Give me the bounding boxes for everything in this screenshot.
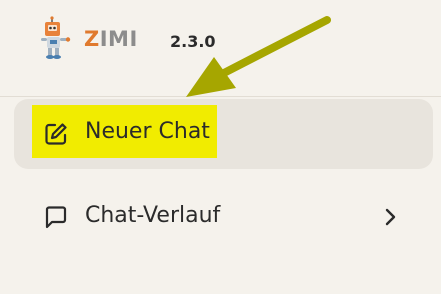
app-header: ZIMI 2.3.0 xyxy=(0,0,441,96)
chevron-right-icon[interactable] xyxy=(382,206,400,228)
app-version: 2.3.0 xyxy=(170,32,216,51)
robot-mascot-icon xyxy=(41,16,71,59)
nav-item-chat-history[interactable]: Chat-Verlauf xyxy=(14,184,433,254)
edit-pencil-icon xyxy=(45,123,67,145)
chat-bubble-icon xyxy=(45,206,67,229)
nav-item-new-chat-label: Neuer Chat xyxy=(85,119,210,144)
nav-item-chat-history-label: Chat-Verlauf xyxy=(85,203,221,228)
app-brand-name: ZIMI xyxy=(84,27,138,51)
header-divider xyxy=(0,96,441,97)
nav-item-new-chat[interactable]: Neuer Chat xyxy=(14,99,433,169)
